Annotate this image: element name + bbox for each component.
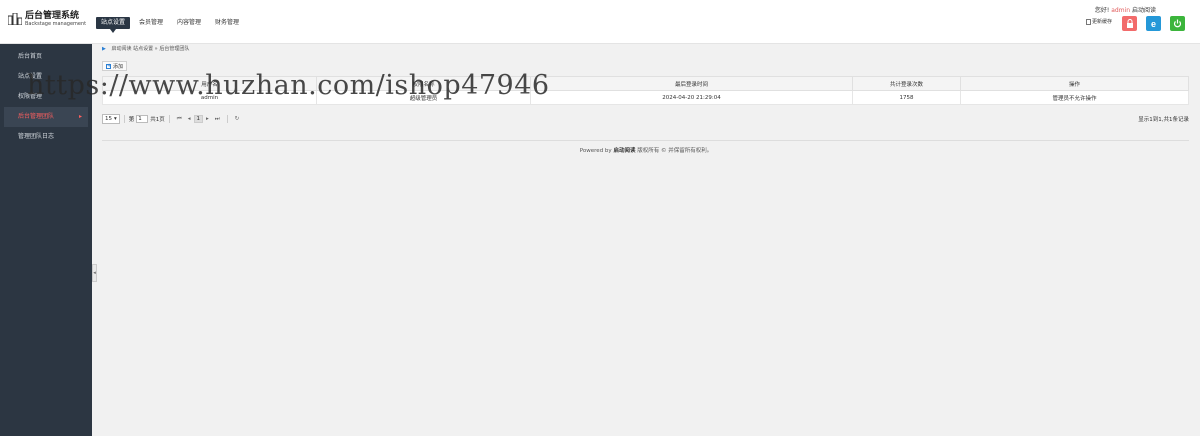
- refresh-cache-link[interactable]: 更新缓存: [1086, 18, 1112, 25]
- chevron-down-icon: ▾: [114, 116, 117, 122]
- refresh-icon[interactable]: ↻: [235, 116, 240, 122]
- sidebar-item-admin-log[interactable]: 管理团队日志: [4, 127, 88, 147]
- power-icon: [1173, 19, 1182, 28]
- footer-suffix: 版权所有 © 并保留所有权利。: [637, 148, 713, 154]
- footer-prefix: Powered by: [579, 148, 612, 154]
- prev-page-icon[interactable]: ◂: [188, 116, 191, 122]
- divider: [123, 115, 125, 123]
- column-header-actions: 操作: [960, 76, 1189, 91]
- column-header-last-login[interactable]: 最后登录时间: [530, 76, 853, 91]
- page-size-value: 15: [105, 116, 112, 122]
- cell-login-count: 1758: [852, 90, 961, 105]
- admin-team-table: 用户名 权限名称 最后登录时间 共计登录次数 操作 admin 超级管理员 20…: [102, 76, 1189, 105]
- top-nav-content[interactable]: 内容管理: [172, 17, 206, 29]
- refresh-cache-label: 更新缓存: [1092, 19, 1113, 25]
- browser-button[interactable]: e: [1146, 16, 1161, 31]
- pagination: 15 ▾ 第 1 共1页 ⏮ ◂ 1 ▸ ⏭ ↻ 显示1到1,共1条记录: [102, 113, 1189, 125]
- breadcrumb-site[interactable]: 启动阅读: [111, 46, 131, 52]
- footer: Powered by 启动阅读 版权所有 © 并保留所有权利。: [92, 146, 1200, 154]
- divider: [168, 115, 170, 123]
- page-label: 第: [128, 117, 135, 123]
- first-page-icon[interactable]: ⏮: [177, 116, 182, 123]
- next-page-icon[interactable]: ▸: [206, 116, 209, 122]
- top-nav-members[interactable]: 会员管理: [134, 17, 168, 29]
- breadcrumb-current: 后台管理团队: [159, 46, 190, 52]
- footer-site[interactable]: 启动阅读: [613, 148, 635, 154]
- logo-title: 后台管理系统: [25, 11, 80, 21]
- building-icon: [8, 13, 22, 25]
- document-icon: [1086, 18, 1091, 25]
- lock-icon: [1126, 19, 1133, 28]
- cell-username: admin: [102, 90, 317, 105]
- top-header: 后台管理系统 Backstage management 站点设置 会员管理 内容…: [0, 0, 1200, 44]
- cell-action: 管理员不允许操作: [960, 90, 1189, 105]
- top-nav-site-settings[interactable]: 站点设置: [96, 17, 131, 33]
- column-header-login-count[interactable]: 共计登录次数: [852, 76, 961, 91]
- logo[interactable]: 后台管理系统 Backstage management: [8, 11, 86, 27]
- total-pages: 共1页: [150, 117, 165, 123]
- sidebar-collapse-toggle[interactable]: ◂: [92, 264, 97, 282]
- sidebar-item-home[interactable]: 后台首页: [4, 47, 88, 67]
- table-row[interactable]: admin 超级管理员 2024-04-20 21:29:04 1758 管理员…: [102, 90, 1189, 105]
- sidebar-item-permissions[interactable]: 权限管理: [4, 87, 88, 107]
- cell-role: 超级管理员: [316, 90, 531, 105]
- breadcrumb-section[interactable]: 站点设置: [133, 46, 153, 52]
- add-button[interactable]: + 添加: [102, 61, 128, 71]
- content-divider: [102, 140, 1189, 141]
- toolbar: + 添加: [102, 61, 128, 71]
- table-header-row: 用户名 权限名称 最后登录时间 共计登录次数 操作: [102, 76, 1189, 91]
- sidebar-item-site-settings[interactable]: 站点设置: [4, 67, 88, 87]
- breadcrumb-separator: »: [154, 46, 158, 52]
- svg-text:e: e: [1151, 19, 1156, 28]
- triangle-right-icon: ▶: [102, 46, 106, 52]
- column-header-role[interactable]: 权限名称: [316, 76, 531, 91]
- sidebar-item-admin-team[interactable]: 后台管理团队 ▸: [4, 107, 88, 127]
- sidebar-item-label: 后台管理团队: [18, 113, 55, 120]
- logo-subtitle: Backstage management: [25, 21, 87, 27]
- record-info: 显示1到1,共1条记录: [1138, 117, 1189, 123]
- ie-icon: e: [1151, 19, 1156, 28]
- add-button-label: 添加: [113, 63, 124, 70]
- page-number-input[interactable]: 1: [136, 115, 149, 123]
- greeting: 您好!: [1094, 7, 1110, 14]
- cell-last-login: 2024-04-20 21:29:04: [530, 90, 853, 105]
- sidebar: 后台首页 站点设置 权限管理 后台管理团队 ▸ 管理团队日志: [0, 44, 92, 436]
- lock-button[interactable]: [1122, 16, 1137, 31]
- chevron-right-icon: ▸: [78, 113, 82, 120]
- site-name: 启动阅读: [1131, 7, 1156, 14]
- user-info: 您好! admin 启动阅读: [1095, 5, 1156, 14]
- username[interactable]: admin: [1111, 7, 1130, 14]
- column-header-username[interactable]: 用户名: [102, 76, 317, 91]
- current-page[interactable]: 1: [193, 115, 203, 123]
- last-page-icon[interactable]: ⏭: [215, 116, 220, 123]
- logout-button[interactable]: [1170, 16, 1185, 31]
- top-nav-finance[interactable]: 财务管理: [210, 17, 244, 29]
- page-size-select[interactable]: 15 ▾: [102, 114, 120, 124]
- chevron-left-icon: ◂: [93, 270, 96, 276]
- top-nav: 站点设置 会员管理 内容管理 财务管理: [96, 17, 248, 33]
- divider: [226, 115, 228, 123]
- plus-icon: +: [106, 62, 112, 69]
- breadcrumb: ▶ 启动阅读 站点设置 » 后台管理团队: [92, 44, 1200, 54]
